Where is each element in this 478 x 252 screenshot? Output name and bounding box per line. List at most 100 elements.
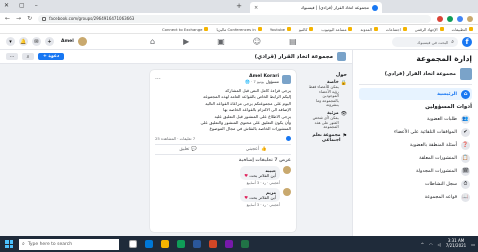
bookmark[interactable]: Conferences in ماليزيا	[216, 27, 262, 32]
user-avatar[interactable]	[77, 37, 87, 46]
sidebar-item-group-rules[interactable]: 📖 قواعد المجموعة	[359, 191, 472, 203]
extension-icon[interactable]	[457, 15, 463, 22]
maximize-window-icon[interactable]: ▢	[19, 2, 25, 9]
clock[interactable]: 3:31 AM 7/21/2021	[446, 239, 467, 248]
search-icon: ⌕	[451, 39, 454, 45]
browser-tab[interactable]: مجموعة اتخاذ القرار (قرادي) | فيسبوك ×	[250, 2, 382, 13]
extension-icon[interactable]	[437, 15, 443, 22]
group-top-bar: مجموعة اتخاذ القرار (قرادي) ··· ⌕ + دعوة	[0, 50, 352, 64]
sidebar-item-label: الرئيسية	[437, 91, 457, 97]
commenter-avatar[interactable]	[283, 187, 291, 196]
chrome-icon[interactable]	[177, 240, 185, 248]
sidebar-item-activity-log[interactable]: ⏱ سجل النشاطات	[359, 178, 472, 190]
facebook-logo-icon[interactable]: f	[462, 37, 472, 47]
bookmark[interactable]: كالنبو	[299, 27, 314, 32]
post-time[interactable]: يونيو 7 · 🌐	[245, 79, 264, 84]
account-controls: ▾ 🔔 ✉ + Amel	[6, 37, 87, 46]
minimize-window-icon[interactable]: –	[35, 2, 38, 9]
powerpoint-icon[interactable]	[209, 240, 217, 248]
word-icon[interactable]	[193, 240, 201, 248]
comment-count[interactable]: 7 تعليقات · المشاهدة 25	[155, 136, 195, 141]
bookmark[interactable]: التطبيقات	[452, 27, 473, 32]
user-name[interactable]: Amel	[61, 39, 74, 44]
comment-button[interactable]: 💬 تعليق	[179, 147, 197, 152]
folder-icon	[287, 27, 291, 31]
notification-center-icon[interactable]: ▭	[471, 242, 475, 247]
comment: مريم أين الفلاتر بحث ♥ أعجبني · رد · 3 أ…	[155, 187, 291, 207]
sidebar-item-auto-approve[interactable]: ✔ الموافقات التلقائية على الأعضاء	[359, 126, 472, 138]
folder-icon	[469, 27, 473, 31]
post-line: اليوم على مجموعتكم يرجى مراعاة القواعد ا…	[205, 100, 291, 106]
watch-icon[interactable]: ▶	[183, 37, 189, 46]
bookmark[interactable]: الإجهاد الرقمي	[415, 27, 444, 32]
edge-icon[interactable]	[145, 240, 153, 248]
post-stats: 7 تعليقات · المشاهدة 25	[155, 135, 291, 141]
wifi-icon[interactable]: ◠	[429, 242, 433, 247]
browser-toolbar: ← → ↻ facebook.com/groups/29649164710636…	[0, 13, 478, 25]
account-menu-icon[interactable]: ▾	[6, 37, 15, 46]
chevron-up-icon[interactable]: ^	[421, 242, 424, 247]
sidebar-item-home[interactable]: ⌂ الرئيسية	[359, 88, 472, 100]
pending-posts-icon: 📋	[461, 153, 470, 163]
home-icon[interactable]: ⌂	[150, 37, 155, 46]
about-row: ⚑ مجموعة تعلم اجتماعي	[307, 133, 347, 143]
about-row-title: مجموعة تعلم اجتماعي	[312, 132, 341, 143]
groups-icon[interactable]: ☺	[253, 37, 261, 46]
post-more-icon[interactable]: ···	[155, 76, 161, 83]
commenter-avatar[interactable]	[283, 165, 291, 174]
extension-icon[interactable]	[447, 15, 453, 22]
group-tools: ··· ⌕ + دعوة	[6, 53, 65, 60]
create-icon[interactable]: +	[45, 37, 54, 46]
bookmark[interactable]: Connect to Exchange	[162, 27, 209, 32]
bookmark[interactable]: المدونة	[360, 27, 378, 32]
taskbar-search[interactable]: ⌕ Type here to search	[19, 238, 119, 250]
manage-group-sidebar: إدارة المجموعة مجموعة اتخاذ القرار (قراد…	[352, 50, 478, 236]
search-group-button[interactable]: ⌕	[22, 53, 34, 60]
notifications-icon[interactable]: 🔔	[19, 37, 28, 46]
invite-button[interactable]: + دعوة	[38, 53, 65, 60]
tab-close-icon[interactable]: ×	[254, 5, 258, 11]
address-bar[interactable]: facebook.com/groups/2964916471063663	[38, 14, 431, 23]
sidebar-item-label: قواعد المجموعة	[424, 194, 457, 200]
facebook-search[interactable]: ⌕ البحث في فيسبوك	[392, 37, 458, 47]
facebook-favicon-icon	[372, 4, 378, 11]
sidebar-item-scheduled-posts[interactable]: 🗓 المنشورات المجدولة	[359, 165, 472, 177]
new-tab-button[interactable]: +	[236, 2, 242, 10]
like-button[interactable]: 👍 أعجبني	[246, 147, 267, 152]
bookmark[interactable]: مساعد اليوتيوب	[321, 27, 353, 32]
excel-icon[interactable]	[241, 240, 249, 248]
post-body: يرجى قراءة كامل النص قبل المشاركة إليكم …	[155, 88, 292, 132]
forward-icon[interactable]: →	[16, 15, 21, 22]
bookmark[interactable]: اجتماعات	[386, 27, 407, 32]
post-line: يرجى قراءة كامل النص قبل المشاركة	[225, 88, 291, 93]
group-name[interactable]: مجموعة اتخاذ القرار (قرادي)	[255, 54, 333, 60]
windows-start-icon[interactable]	[3, 238, 15, 250]
back-icon[interactable]: ←	[5, 15, 10, 22]
comment-actions[interactable]: أعجبني · رد · 3 أسابيع	[240, 181, 280, 185]
author-role: مسؤول	[265, 79, 279, 84]
comment-actions[interactable]: أعجبني · رد · 3 أسابيع	[240, 203, 280, 207]
close-window-icon[interactable]: ✕	[4, 2, 9, 9]
about-panel: حول 🔒 خاصة يمكن للأعضاء فقط رؤية الأعضاء …	[305, 70, 349, 150]
profile-avatar[interactable]	[467, 15, 473, 22]
bookmark[interactable]: Youtube	[270, 27, 291, 32]
sidebar-group-link[interactable]: مجموعة اتخاذ القرار (قرادي)	[359, 68, 472, 80]
more-options-button[interactable]: ···	[6, 53, 18, 60]
group-avatar	[337, 52, 346, 61]
messenger-icon[interactable]: ✉	[32, 37, 41, 46]
volume-icon[interactable]: ◁	[438, 242, 441, 247]
sidebar-item-pending-posts[interactable]: 📋 المنشورات المعلقة	[359, 152, 472, 164]
gaming-icon[interactable]: ▤	[289, 37, 297, 46]
search-placeholder: البحث في فيسبوك	[417, 39, 449, 45]
view-more-comments[interactable]: عرض 7 تعليقات إضافية	[155, 158, 291, 163]
sidebar-item-label: طلبات العضوية	[426, 116, 457, 122]
url-text: facebook.com/groups/2964916471063663	[49, 16, 135, 21]
task-view-icon[interactable]	[129, 240, 137, 248]
marketplace-icon[interactable]: ▣	[217, 37, 225, 46]
sidebar-item-member-requests[interactable]: 👥 طلبات العضوية	[359, 113, 472, 125]
sidebar-item-label: أسئلة المنطقة بالعضوية	[409, 142, 457, 148]
file-explorer-icon[interactable]	[161, 240, 169, 248]
sidebar-item-membership-questions[interactable]: ❓ أسئلة المنطقة بالعضوية	[359, 139, 472, 151]
reload-icon[interactable]: ↻	[27, 15, 32, 22]
teams-icon[interactable]	[225, 240, 233, 248]
